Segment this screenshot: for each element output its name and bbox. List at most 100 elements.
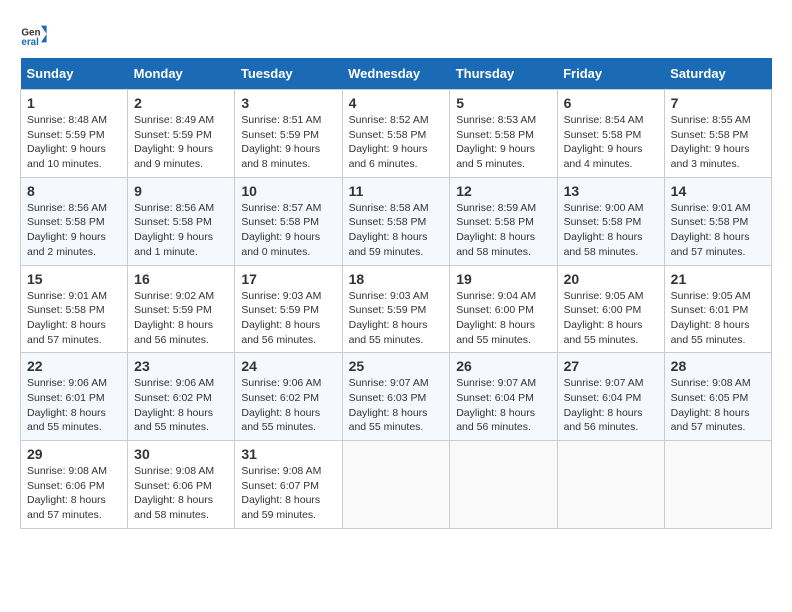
weekday-header-saturday: Saturday — [664, 58, 771, 90]
day-info: Sunrise: 8:56 AM Sunset: 5:58 PM Dayligh… — [27, 201, 121, 260]
day-info: Sunrise: 9:03 AM Sunset: 5:59 PM Dayligh… — [349, 289, 444, 348]
day-cell: 28 Sunrise: 9:08 AM Sunset: 6:05 PM Dayl… — [664, 353, 771, 441]
day-number: 29 — [27, 446, 121, 462]
day-info: Sunrise: 9:05 AM Sunset: 6:00 PM Dayligh… — [564, 289, 658, 348]
day-info: Sunrise: 9:00 AM Sunset: 5:58 PM Dayligh… — [564, 201, 658, 260]
day-cell: 20 Sunrise: 9:05 AM Sunset: 6:00 PM Dayl… — [557, 265, 664, 353]
day-info: Sunrise: 8:58 AM Sunset: 5:58 PM Dayligh… — [349, 201, 444, 260]
day-cell: 18 Sunrise: 9:03 AM Sunset: 5:59 PM Dayl… — [342, 265, 450, 353]
day-number: 15 — [27, 271, 121, 287]
day-cell: 23 Sunrise: 9:06 AM Sunset: 6:02 PM Dayl… — [128, 353, 235, 441]
weekday-header-row: SundayMondayTuesdayWednesdayThursdayFrid… — [21, 58, 772, 90]
day-number: 26 — [456, 358, 550, 374]
day-info: Sunrise: 9:07 AM Sunset: 6:04 PM Dayligh… — [564, 376, 658, 435]
day-number: 22 — [27, 358, 121, 374]
day-cell: 4 Sunrise: 8:52 AM Sunset: 5:58 PM Dayli… — [342, 90, 450, 178]
day-cell: 6 Sunrise: 8:54 AM Sunset: 5:58 PM Dayli… — [557, 90, 664, 178]
day-info: Sunrise: 9:01 AM Sunset: 5:58 PM Dayligh… — [27, 289, 121, 348]
day-info: Sunrise: 9:07 AM Sunset: 6:04 PM Dayligh… — [456, 376, 550, 435]
day-info: Sunrise: 8:51 AM Sunset: 5:59 PM Dayligh… — [241, 113, 335, 172]
day-cell: 15 Sunrise: 9:01 AM Sunset: 5:58 PM Dayl… — [21, 265, 128, 353]
week-row-4: 22 Sunrise: 9:06 AM Sunset: 6:01 PM Dayl… — [21, 353, 772, 441]
day-cell: 30 Sunrise: 9:08 AM Sunset: 6:06 PM Dayl… — [128, 441, 235, 529]
week-row-2: 8 Sunrise: 8:56 AM Sunset: 5:58 PM Dayli… — [21, 177, 772, 265]
day-cell: 24 Sunrise: 9:06 AM Sunset: 6:02 PM Dayl… — [235, 353, 342, 441]
day-number: 9 — [134, 183, 228, 199]
week-row-1: 1 Sunrise: 8:48 AM Sunset: 5:59 PM Dayli… — [21, 90, 772, 178]
day-cell — [450, 441, 557, 529]
day-info: Sunrise: 8:52 AM Sunset: 5:58 PM Dayligh… — [349, 113, 444, 172]
weekday-header-friday: Friday — [557, 58, 664, 90]
day-info: Sunrise: 8:59 AM Sunset: 5:58 PM Dayligh… — [456, 201, 550, 260]
day-cell: 22 Sunrise: 9:06 AM Sunset: 6:01 PM Dayl… — [21, 353, 128, 441]
day-info: Sunrise: 8:56 AM Sunset: 5:58 PM Dayligh… — [134, 201, 228, 260]
day-number: 18 — [349, 271, 444, 287]
weekday-header-tuesday: Tuesday — [235, 58, 342, 90]
day-number: 4 — [349, 95, 444, 111]
day-info: Sunrise: 9:02 AM Sunset: 5:59 PM Dayligh… — [134, 289, 228, 348]
day-info: Sunrise: 8:53 AM Sunset: 5:58 PM Dayligh… — [456, 113, 550, 172]
day-number: 28 — [671, 358, 765, 374]
day-number: 19 — [456, 271, 550, 287]
week-row-5: 29 Sunrise: 9:08 AM Sunset: 6:06 PM Dayl… — [21, 441, 772, 529]
weekday-header-thursday: Thursday — [450, 58, 557, 90]
day-number: 21 — [671, 271, 765, 287]
day-cell: 26 Sunrise: 9:07 AM Sunset: 6:04 PM Dayl… — [450, 353, 557, 441]
day-cell: 25 Sunrise: 9:07 AM Sunset: 6:03 PM Dayl… — [342, 353, 450, 441]
day-info: Sunrise: 9:08 AM Sunset: 6:07 PM Dayligh… — [241, 464, 335, 523]
weekday-header-sunday: Sunday — [21, 58, 128, 90]
day-number: 14 — [671, 183, 765, 199]
day-number: 6 — [564, 95, 658, 111]
day-cell: 3 Sunrise: 8:51 AM Sunset: 5:59 PM Dayli… — [235, 90, 342, 178]
day-number: 10 — [241, 183, 335, 199]
day-number: 27 — [564, 358, 658, 374]
day-info: Sunrise: 9:07 AM Sunset: 6:03 PM Dayligh… — [349, 376, 444, 435]
day-cell: 1 Sunrise: 8:48 AM Sunset: 5:59 PM Dayli… — [21, 90, 128, 178]
weekday-header-monday: Monday — [128, 58, 235, 90]
day-cell: 19 Sunrise: 9:04 AM Sunset: 6:00 PM Dayl… — [450, 265, 557, 353]
day-cell: 7 Sunrise: 8:55 AM Sunset: 5:58 PM Dayli… — [664, 90, 771, 178]
day-info: Sunrise: 9:01 AM Sunset: 5:58 PM Dayligh… — [671, 201, 765, 260]
day-info: Sunrise: 9:08 AM Sunset: 6:06 PM Dayligh… — [27, 464, 121, 523]
day-cell: 13 Sunrise: 9:00 AM Sunset: 5:58 PM Dayl… — [557, 177, 664, 265]
day-cell: 11 Sunrise: 8:58 AM Sunset: 5:58 PM Dayl… — [342, 177, 450, 265]
logo-icon: Gen eral — [20, 20, 48, 48]
day-cell: 2 Sunrise: 8:49 AM Sunset: 5:59 PM Dayli… — [128, 90, 235, 178]
day-info: Sunrise: 9:08 AM Sunset: 6:06 PM Dayligh… — [134, 464, 228, 523]
day-number: 25 — [349, 358, 444, 374]
day-number: 7 — [671, 95, 765, 111]
day-cell — [557, 441, 664, 529]
day-cell: 14 Sunrise: 9:01 AM Sunset: 5:58 PM Dayl… — [664, 177, 771, 265]
week-row-3: 15 Sunrise: 9:01 AM Sunset: 5:58 PM Dayl… — [21, 265, 772, 353]
day-number: 2 — [134, 95, 228, 111]
day-cell — [342, 441, 450, 529]
day-info: Sunrise: 9:08 AM Sunset: 6:05 PM Dayligh… — [671, 376, 765, 435]
day-number: 16 — [134, 271, 228, 287]
day-number: 24 — [241, 358, 335, 374]
calendar-table: SundayMondayTuesdayWednesdayThursdayFrid… — [20, 58, 772, 529]
day-number: 3 — [241, 95, 335, 111]
day-number: 13 — [564, 183, 658, 199]
day-number: 17 — [241, 271, 335, 287]
day-cell: 21 Sunrise: 9:05 AM Sunset: 6:01 PM Dayl… — [664, 265, 771, 353]
day-info: Sunrise: 9:05 AM Sunset: 6:01 PM Dayligh… — [671, 289, 765, 348]
day-number: 11 — [349, 183, 444, 199]
day-info: Sunrise: 8:54 AM Sunset: 5:58 PM Dayligh… — [564, 113, 658, 172]
day-number: 5 — [456, 95, 550, 111]
day-info: Sunrise: 9:04 AM Sunset: 6:00 PM Dayligh… — [456, 289, 550, 348]
day-cell: 9 Sunrise: 8:56 AM Sunset: 5:58 PM Dayli… — [128, 177, 235, 265]
day-info: Sunrise: 8:48 AM Sunset: 5:59 PM Dayligh… — [27, 113, 121, 172]
day-cell: 10 Sunrise: 8:57 AM Sunset: 5:58 PM Dayl… — [235, 177, 342, 265]
day-cell — [664, 441, 771, 529]
day-info: Sunrise: 9:06 AM Sunset: 6:02 PM Dayligh… — [134, 376, 228, 435]
header: Gen eral — [20, 20, 772, 48]
day-number: 30 — [134, 446, 228, 462]
day-cell: 17 Sunrise: 9:03 AM Sunset: 5:59 PM Dayl… — [235, 265, 342, 353]
logo: Gen eral — [20, 20, 54, 48]
day-cell: 29 Sunrise: 9:08 AM Sunset: 6:06 PM Dayl… — [21, 441, 128, 529]
day-cell: 31 Sunrise: 9:08 AM Sunset: 6:07 PM Dayl… — [235, 441, 342, 529]
day-cell: 27 Sunrise: 9:07 AM Sunset: 6:04 PM Dayl… — [557, 353, 664, 441]
day-number: 12 — [456, 183, 550, 199]
day-info: Sunrise: 9:06 AM Sunset: 6:02 PM Dayligh… — [241, 376, 335, 435]
weekday-header-wednesday: Wednesday — [342, 58, 450, 90]
